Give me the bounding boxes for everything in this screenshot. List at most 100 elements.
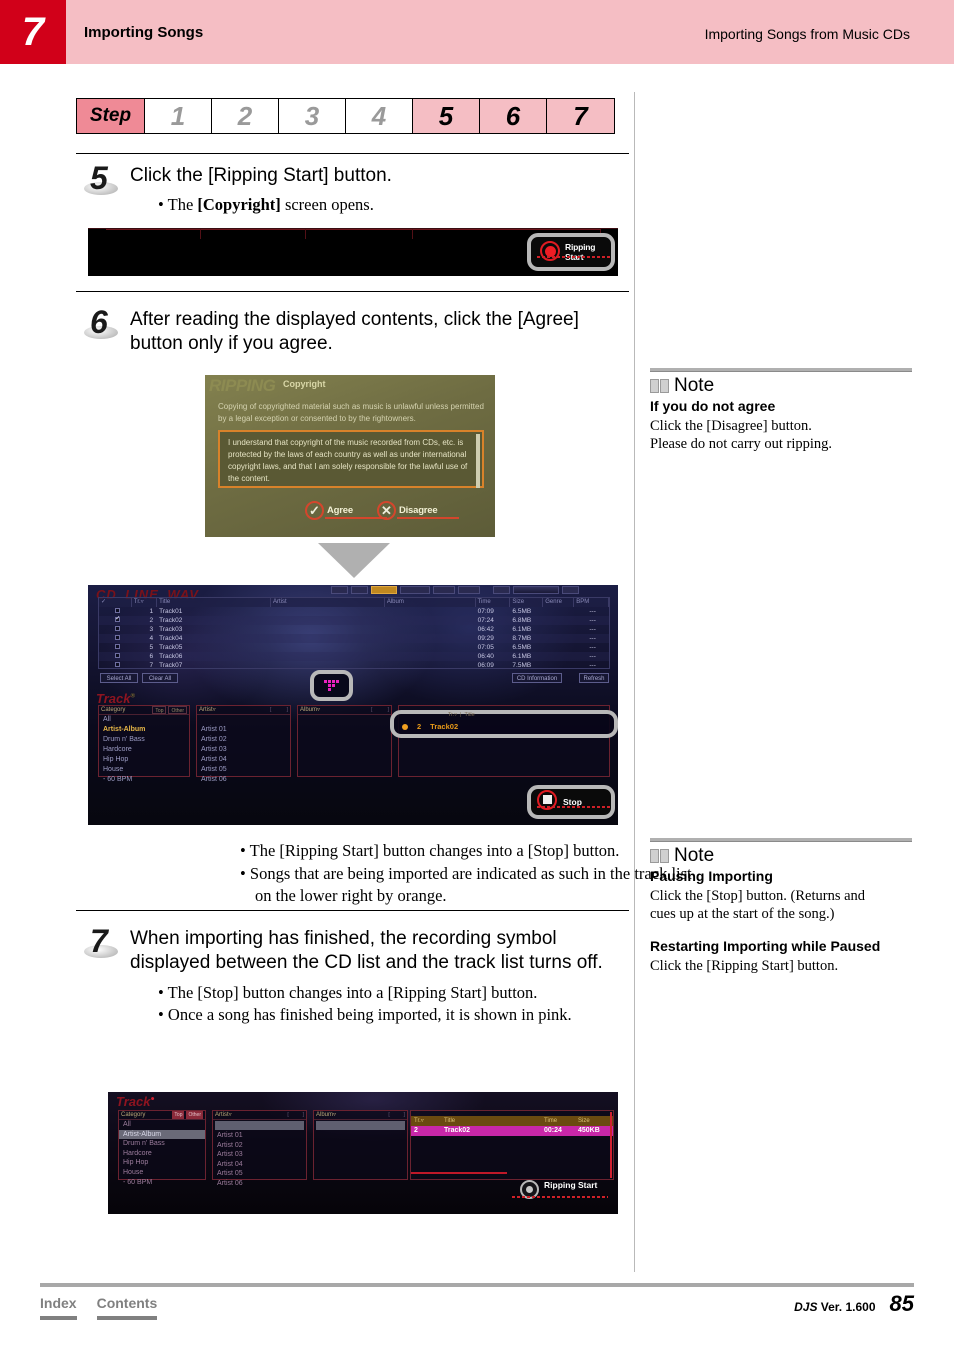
index-link[interactable]: Index <box>40 1295 77 1320</box>
toolbar-slider[interactable] <box>513 586 559 594</box>
row-checkbox[interactable] <box>115 616 121 623</box>
toolbar-btn-active[interactable] <box>371 586 397 594</box>
list-item[interactable]: All <box>99 715 189 725</box>
step-indicator-3[interactable]: 3 <box>279 99 346 133</box>
col-title[interactable]: Title <box>157 598 271 607</box>
cd-information-button[interactable]: CD Information <box>512 673 562 683</box>
toolbar-btn-2[interactable] <box>351 586 368 594</box>
table-row[interactable]: 2 Track02 07:24 6.8MB --- <box>99 616 609 625</box>
table-row[interactable]: 3 Track03 06:42 6.1MB --- <box>99 625 609 634</box>
refresh-button[interactable]: Refresh <box>579 673 609 683</box>
col-album[interactable]: Album <box>385 598 476 607</box>
toolbar-btn-5[interactable] <box>458 586 480 594</box>
agree-button[interactable]: ✓ Agree <box>305 501 387 520</box>
list-item[interactable]: All <box>119 1120 205 1130</box>
list-item[interactable]: Artist 03 <box>213 1150 306 1160</box>
list-item[interactable]: Artist 02 <box>197 735 290 745</box>
contents-link[interactable]: Contents <box>96 1295 158 1320</box>
row-checkbox[interactable] <box>115 662 120 667</box>
step-indicator-4[interactable]: 4 <box>346 99 413 133</box>
screenshot-finished-window: Track● Category Top Other All Artist-Alb… <box>108 1092 618 1214</box>
col-size[interactable]: Size <box>510 598 544 607</box>
step-indicator-2[interactable]: 2 <box>212 99 279 133</box>
category-other-button[interactable]: Other <box>186 1111 203 1119</box>
category-other-button[interactable]: Other <box>168 706 187 714</box>
list-item[interactable]: Artist 06 <box>213 1179 306 1189</box>
step-indicator-1[interactable]: 1 <box>145 99 212 133</box>
col-tr[interactable]: Tr.▿ <box>132 598 158 607</box>
toolbar-btn-4[interactable] <box>433 586 455 594</box>
list-item[interactable]: Artist 05 <box>197 765 290 775</box>
book-icon <box>650 848 671 864</box>
stop-square-icon <box>543 795 552 804</box>
note-title: Note <box>674 375 715 396</box>
col-genre[interactable]: Genre <box>543 598 575 607</box>
list-item[interactable]: Artist 03 <box>197 745 290 755</box>
row-checkbox[interactable] <box>115 653 120 658</box>
list-item[interactable]: House <box>99 765 189 775</box>
table-row[interactable]: 5 Track05 07:05 6.5MB --- <box>99 643 609 652</box>
category-top-button[interactable]: Top <box>172 1111 185 1119</box>
list-item[interactable]: Artist 04 <box>197 755 290 765</box>
trk-col-time[interactable]: Time <box>541 1116 575 1126</box>
list-item[interactable]: Hardcore <box>119 1149 205 1159</box>
ripping-start-button[interactable]: Ripping Start <box>527 233 615 271</box>
list-item[interactable]: Artist 06 <box>197 775 290 785</box>
list-item[interactable]: Artist 04 <box>213 1160 306 1170</box>
list-item[interactable]: Drum n' Bass <box>119 1139 205 1149</box>
category-panel: Category Top Other All Artist-Album Drum… <box>118 1110 206 1186</box>
table-row[interactable]: 7 Track07 06:09 7.5MB --- <box>99 661 609 670</box>
list-item[interactable]: Drum n' Bass <box>99 735 189 745</box>
list-item[interactable]: Hardcore <box>99 745 189 755</box>
col-time[interactable]: Time <box>476 598 511 607</box>
trk-col-title[interactable]: Title <box>441 1116 541 1126</box>
list-item[interactable]: Artist 01 <box>213 1131 306 1141</box>
step-indicator-5[interactable]: 5 <box>413 99 480 133</box>
category-top-button[interactable]: Top <box>152 706 167 714</box>
select-all-button[interactable]: Select All <box>100 673 138 683</box>
table-row[interactable]: 1 Track01 07:09 6.5MB --- <box>99 607 609 616</box>
step-indicator-6[interactable]: 6 <box>480 99 547 133</box>
col-bpm[interactable]: BPM <box>574 598 610 607</box>
agreement-scrollbar[interactable] <box>476 434 480 488</box>
album-select-band[interactable] <box>316 1121 405 1130</box>
toolbar-btn-1[interactable] <box>331 586 348 594</box>
cell-genre <box>543 616 574 625</box>
list-item[interactable]: - 60 BPM <box>119 1178 205 1188</box>
toolbar-btn-3[interactable] <box>400 586 430 594</box>
importing-track-row[interactable]: 2 Track02 <box>402 722 458 731</box>
row-checkbox[interactable] <box>115 608 120 613</box>
trk-col-tr: Tr.▿ <box>448 712 457 718</box>
toolbar-btn-7[interactable] <box>562 586 579 594</box>
stop-button[interactable]: Stop <box>527 785 615 819</box>
list-item-selected[interactable]: Artist-Album <box>99 725 189 735</box>
clear-all-button[interactable]: Clear All <box>142 673 178 683</box>
cell-size: 6.5MB <box>512 644 532 651</box>
recording-dots-icon <box>324 680 339 691</box>
list-item[interactable]: Hip Hop <box>119 1158 205 1168</box>
table-row[interactable]: 6 Track06 06:40 6.1MB --- <box>99 652 609 661</box>
artist-select-band[interactable] <box>215 1121 304 1130</box>
list-item-selected[interactable]: Artist-Album <box>119 1129 205 1140</box>
list-item[interactable]: - 60 BPM <box>99 775 189 785</box>
imported-track-row[interactable]: 2 Track02 00:24 450KB <box>411 1126 613 1136</box>
trk-col-tr[interactable]: Tr.▿ <box>411 1116 441 1126</box>
list-item[interactable]: House <box>119 1168 205 1178</box>
step-indicator-7[interactable]: 7 <box>547 99 614 133</box>
list-item[interactable]: Artist 01 <box>197 725 290 735</box>
track-scrollbar[interactable] <box>610 1112 612 1178</box>
toolbar-btn-6[interactable] <box>493 586 510 594</box>
row-checkbox[interactable] <box>115 635 120 640</box>
trk-col-size[interactable]: Size <box>575 1116 609 1126</box>
table-row[interactable]: 4 Track04 09:29 8.7MB --- <box>99 634 609 643</box>
list-item[interactable]: Hip Hop <box>99 755 189 765</box>
ripping-start-button[interactable]: Ripping Start <box>512 1176 610 1206</box>
cell-title: Track06 <box>159 653 183 660</box>
row-checkbox[interactable] <box>115 644 120 649</box>
list-item[interactable]: Artist 02 <box>213 1141 306 1151</box>
screenshot-copyright-dialog: RIPPING Copyright Copying of copyrighted… <box>205 375 495 537</box>
disagree-button[interactable]: ✕ Disagree <box>376 501 459 520</box>
col-artist[interactable]: Artist <box>271 598 385 607</box>
row-checkbox[interactable] <box>115 626 120 631</box>
list-item[interactable]: Artist 05 <box>213 1169 306 1179</box>
